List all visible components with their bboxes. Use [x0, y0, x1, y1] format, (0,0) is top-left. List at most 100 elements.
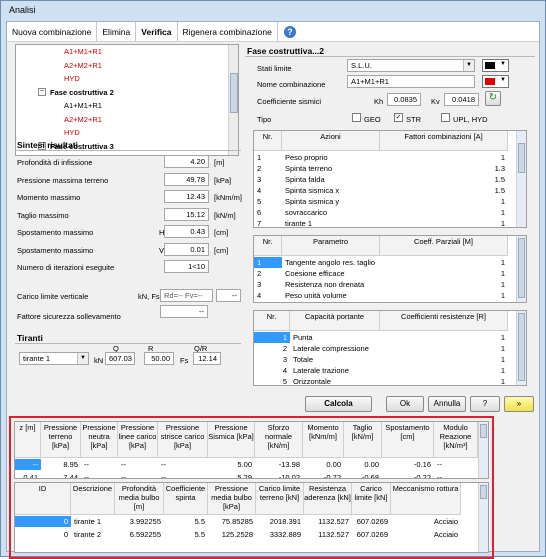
- table-cell[interactable]: 4: [254, 185, 282, 196]
- table-cell[interactable]: Orizzontale: [290, 376, 380, 385]
- table-cell[interactable]: 1: [254, 332, 290, 343]
- table-cell[interactable]: tirante 1: [282, 218, 380, 227]
- table-cell[interactable]: 8.95: [41, 459, 81, 470]
- table-cell[interactable]: Laterale trazione: [290, 365, 380, 376]
- kv-field[interactable]: 0.0418: [444, 93, 479, 106]
- ok-button[interactable]: Ok: [386, 396, 424, 412]
- stati-limite-select[interactable]: S.L.U. ▼: [347, 59, 475, 72]
- table-cell[interactable]: 1: [380, 332, 508, 343]
- collapse-icon[interactable]: −: [38, 87, 46, 96]
- table-cell[interactable]: 6.592255: [115, 529, 164, 540]
- kh-field[interactable]: 0.0835: [387, 93, 421, 106]
- table-cell[interactable]: Peso unità volume: [282, 290, 380, 301]
- tree-item[interactable]: A1+M1+R1: [64, 101, 102, 111]
- carico-limite-field[interactable]: Rd=-- Fv=--: [160, 289, 213, 302]
- table-cell[interactable]: 0: [15, 529, 71, 540]
- color-picker-red[interactable]: ▼: [482, 75, 509, 88]
- table-cell[interactable]: -13.98: [255, 459, 303, 470]
- table-cell[interactable]: Spinta terreno: [282, 163, 380, 174]
- help-button[interactable]: ?: [470, 396, 500, 412]
- tree-item[interactable]: HYD: [64, 128, 80, 138]
- table-cell[interactable]: 3332.889: [256, 529, 304, 540]
- table-cell[interactable]: 7.44: [41, 472, 81, 478]
- table-cell[interactable]: 1132.527: [304, 529, 352, 540]
- table-cell[interactable]: 1: [380, 268, 508, 279]
- table-cell[interactable]: --: [118, 459, 158, 470]
- table-scrollbar[interactable]: [516, 236, 526, 302]
- table-cell[interactable]: 0: [15, 516, 71, 527]
- table-cell[interactable]: -10.02: [255, 472, 303, 478]
- verify-button[interactable]: Verifica: [136, 21, 178, 42]
- azioni-table[interactable]: Nr. Azioni Fattori combinazioni [A] 1 Peso p…: [253, 130, 527, 228]
- table-cell[interactable]: 5.5: [164, 529, 208, 540]
- table-cell[interactable]: Laterale compressione: [290, 343, 380, 354]
- table-cell[interactable]: --: [158, 472, 208, 478]
- table-cell[interactable]: 1: [380, 207, 508, 218]
- tree-item[interactable]: HYD: [64, 74, 80, 84]
- table-cell[interactable]: 1.3: [380, 163, 508, 174]
- table-cell[interactable]: 1: [380, 218, 508, 227]
- table-cell[interactable]: --: [158, 459, 208, 470]
- tree-item[interactable]: Fase costruttiva 2: [50, 88, 114, 98]
- table-cell[interactable]: 1: [254, 257, 282, 268]
- table-cell[interactable]: Acciaio: [391, 516, 461, 527]
- table-cell[interactable]: 1: [380, 152, 508, 163]
- table-cell[interactable]: Peso proprio: [282, 152, 380, 163]
- table-scrollbar[interactable]: [516, 311, 526, 385]
- chevron-down-icon[interactable]: ▼: [463, 60, 474, 71]
- tree-scroll-thumb[interactable]: [230, 73, 238, 113]
- color-picker-black[interactable]: ▼: [482, 59, 509, 72]
- table-cell[interactable]: 2: [254, 163, 282, 174]
- carico-limite-field-2[interactable]: --: [216, 289, 241, 302]
- summary-value-field[interactable]: 49.78: [164, 172, 209, 186]
- table-cell[interactable]: 4: [254, 365, 290, 376]
- table-cell[interactable]: --: [434, 472, 478, 478]
- anchors-table[interactable]: ID Descrizione Profondità media bulbo [m] C…: [14, 482, 489, 553]
- summary-value-field[interactable]: 15.12: [164, 207, 209, 221]
- summary-value-field[interactable]: 0.43: [164, 225, 209, 238]
- table-cell[interactable]: --: [81, 472, 118, 478]
- table-cell[interactable]: 7: [254, 218, 282, 227]
- tree-scrollbar[interactable]: [228, 45, 238, 155]
- chevron-down-icon[interactable]: ▼: [77, 353, 88, 364]
- summary-value-field[interactable]: 4.20: [164, 155, 209, 168]
- table-cell[interactable]: sovraccarico: [282, 207, 380, 218]
- table-cell[interactable]: Spinta sismica x: [282, 185, 380, 196]
- table-cell[interactable]: 3.992255: [115, 516, 164, 527]
- table-cell[interactable]: 3: [254, 279, 282, 290]
- table-cell[interactable]: 1: [380, 354, 508, 365]
- table-cell[interactable]: 1: [380, 196, 508, 207]
- table-cell[interactable]: 5: [254, 376, 290, 385]
- table-cell[interactable]: Spinta sismica y: [282, 196, 380, 207]
- table-cell[interactable]: 607.0269: [352, 529, 391, 540]
- table-cell[interactable]: 0.00: [303, 459, 344, 470]
- table-cell[interactable]: 5.5: [164, 516, 208, 527]
- table-scroll-thumb[interactable]: [480, 485, 487, 499]
- calcola-button[interactable]: Calcola: [305, 396, 372, 412]
- summary-value-field[interactable]: 0.01: [164, 242, 209, 256]
- table-cell[interactable]: 1.5: [380, 174, 508, 185]
- table-cell[interactable]: Tangente angolo res. taglio: [282, 257, 380, 268]
- qr-field[interactable]: 12.14: [193, 352, 221, 365]
- table-cell[interactable]: 4: [254, 290, 282, 301]
- table-cell[interactable]: -0.68: [344, 472, 382, 478]
- table-cell[interactable]: 1: [380, 365, 508, 376]
- table-cell[interactable]: 0.41: [15, 472, 41, 478]
- table-cell[interactable]: 0.00: [344, 459, 382, 470]
- table-cell[interactable]: 1132.527: [304, 516, 352, 527]
- table-cell[interactable]: --: [15, 459, 41, 470]
- table-cell[interactable]: 1: [380, 343, 508, 354]
- table-scrollbar[interactable]: [478, 422, 488, 478]
- results-table[interactable]: z [m] Pressione terreno [kPa] Pressione ne…: [14, 421, 489, 479]
- tree-item[interactable]: A1+M1+R1: [64, 47, 102, 57]
- r-field[interactable]: 50.00: [144, 352, 174, 365]
- fattore-sicurezza-field[interactable]: --: [160, 305, 208, 318]
- q-field[interactable]: 607.03: [105, 352, 135, 365]
- tirante-select[interactable]: tirante 1 ▼: [19, 352, 89, 365]
- table-cell[interactable]: Resistenza non drenata: [282, 279, 380, 290]
- upl-hyd-checkbox[interactable]: [441, 113, 450, 122]
- table-cell[interactable]: 2: [254, 343, 290, 354]
- table-cell[interactable]: 5.29: [208, 472, 255, 478]
- table-cell[interactable]: --: [81, 459, 118, 470]
- table-cell[interactable]: 1: [254, 152, 282, 163]
